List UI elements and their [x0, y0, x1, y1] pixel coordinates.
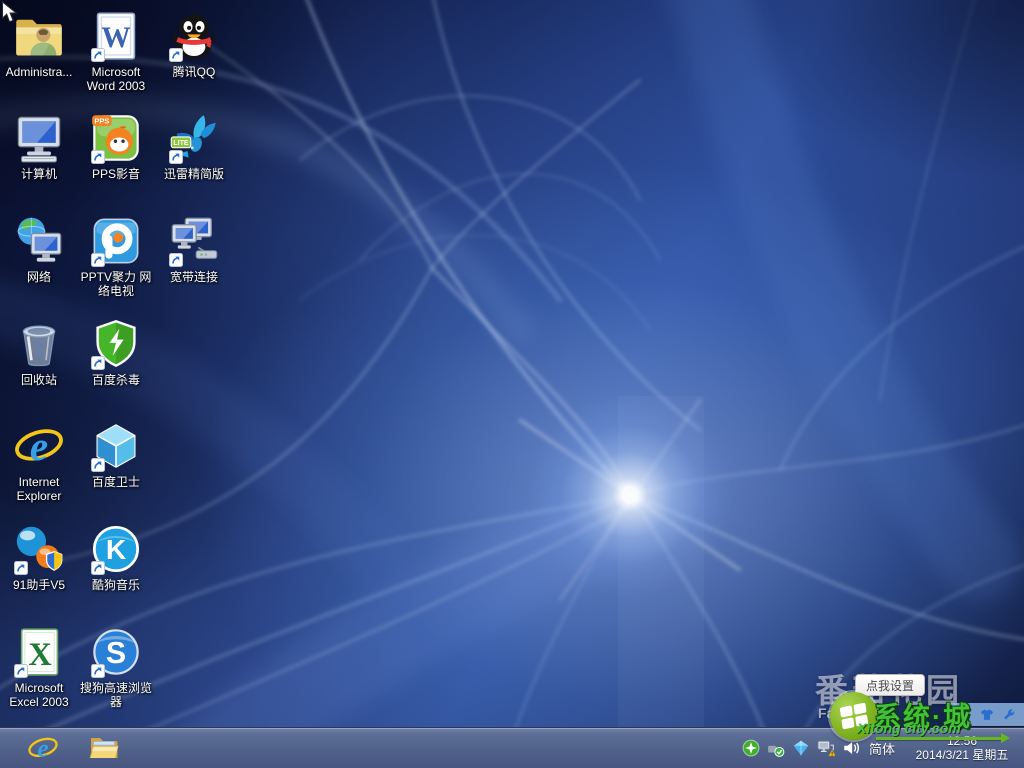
desktop-icon-sogou-browser[interactable]: S 搜狗高速浏览器 — [77, 626, 155, 709]
desktop-icon-91-assistant[interactable]: 91助手V5 — [0, 523, 78, 592]
desktop-icon-qq[interactable]: 腾讯QQ — [155, 10, 233, 79]
shortcut-arrow-icon — [91, 253, 105, 267]
tshirt-icon[interactable] — [980, 708, 994, 722]
clock-date: 2014/3/21 星期五 — [904, 748, 1020, 762]
shortcut-arrow-icon — [91, 48, 105, 62]
svg-text:W: W — [101, 22, 130, 54]
shortcut-arrow-icon — [14, 561, 28, 575]
mouse-cursor — [1, 1, 17, 25]
ie-icon: e — [13, 420, 65, 472]
network-icon — [13, 215, 65, 267]
desktop-icon-computer[interactable]: 计算机 — [0, 112, 78, 181]
desktop-icon-label: Administra... — [1, 65, 77, 79]
desktop-icon-pps[interactable]: PPS PPS影音 — [77, 112, 155, 181]
sogou-browser-icon: S — [90, 626, 142, 678]
desktop-icon-label: 腾讯QQ — [156, 65, 232, 79]
shortcut-arrow-icon — [14, 664, 28, 678]
desktop-icon-label: PPS影音 — [78, 167, 154, 181]
logo-underline — [876, 737, 1002, 740]
shortcut-arrow-icon — [91, 150, 105, 164]
shortcut-arrow-icon — [91, 458, 105, 472]
shortcut-arrow-icon — [91, 356, 105, 370]
desktop-icon-baidu-antivirus[interactable]: 百度杀毒 — [77, 318, 155, 387]
watermark-settings-button[interactable]: 点我设置 — [855, 674, 925, 696]
desktop-icon-label: 百度卫士 — [78, 475, 154, 489]
shortcut-arrow-icon — [91, 664, 105, 678]
svg-text:LITE: LITE — [173, 140, 189, 147]
desktop-icon-label: PPTV聚力 网络电视 — [78, 270, 154, 298]
desktop-icon-internet-explorer[interactable]: e Internet Explorer — [0, 420, 78, 503]
desktop-icon-recycle-bin[interactable]: 回收站 — [0, 318, 78, 387]
desktop-icon-label: 百度杀毒 — [78, 373, 154, 387]
pps-icon: PPS — [90, 112, 142, 164]
desktop-icon-label: 回收站 — [1, 373, 77, 387]
desktop-icon-broadband[interactable]: 宽带连接 — [155, 215, 233, 284]
shortcut-arrow-icon — [169, 48, 183, 62]
svg-text:X: X — [28, 637, 52, 673]
desktop-icon-label: Microsoft Word 2003 — [78, 65, 154, 93]
tray-pptv-tray-icon[interactable] — [792, 739, 810, 757]
xunlei-lite-icon: LITE — [168, 112, 220, 164]
user-folder-icon — [13, 10, 65, 62]
desktop-icon-xunlei-lite[interactable]: LITE 迅雷精简版 — [155, 112, 233, 181]
taskbar-explorer-button[interactable] — [80, 731, 128, 765]
word-2003-icon: W — [90, 10, 142, 62]
desktop-icon-network[interactable]: 网络 — [0, 215, 78, 284]
recycle-bin-icon — [13, 318, 65, 370]
kugou-icon: K — [90, 523, 142, 575]
desktop-icon-label: 91助手V5 — [1, 578, 77, 592]
svg-text:PPS: PPS — [94, 117, 109, 126]
baidu-antivirus-icon — [90, 318, 142, 370]
excel-2003-icon: X — [13, 626, 65, 678]
broadband-icon — [168, 215, 220, 267]
taskbar-ie-button[interactable]: e — [19, 731, 67, 765]
computer-icon — [13, 112, 65, 164]
tray-safety-icon[interactable] — [742, 739, 760, 757]
desktop-icon-label: 迅雷精简版 — [156, 167, 232, 181]
desktop-icon-grid: Administra... W Microsoft Word 2003 腾讯QQ… — [0, 0, 1024, 768]
desktop-icon-baidu-guard[interactable]: 百度卫士 — [77, 420, 155, 489]
shortcut-arrow-icon — [91, 561, 105, 575]
tray-icon-area — [742, 739, 860, 757]
desktop-icon-label: 宽带连接 — [156, 270, 232, 284]
desktop-icon-label: 网络 — [1, 270, 77, 284]
site-domain: Xitong city.com — [857, 720, 961, 736]
shortcut-arrow-icon — [169, 150, 183, 164]
qq-icon — [168, 10, 220, 62]
tray-volume-icon[interactable] — [842, 739, 860, 757]
desktop-icon-label: 酷狗音乐 — [78, 578, 154, 592]
baidu-guard-icon — [90, 420, 142, 472]
tray-usb-eject-icon[interactable] — [767, 739, 785, 757]
desktop-icon-excel-2003[interactable]: X Microsoft Excel 2003 — [0, 626, 78, 709]
desktop-screen: Administra... W Microsoft Word 2003 腾讯QQ… — [0, 0, 1024, 768]
tray-network-warning-icon[interactable] — [817, 739, 835, 757]
assistant91-icon — [13, 523, 65, 575]
desktop-icon-label: 搜狗高速浏览器 — [78, 681, 154, 709]
desktop-icon-pptv[interactable]: PPTV聚力 网络电视 — [77, 215, 155, 298]
desktop-icon-label: 计算机 — [1, 167, 77, 181]
language-indicator[interactable]: 简体 — [867, 739, 897, 758]
desktop-icon-word-2003[interactable]: W Microsoft Word 2003 — [77, 10, 155, 93]
svg-text:e: e — [30, 423, 48, 469]
svg-text:K: K — [106, 534, 127, 565]
desktop-icon-kugou[interactable]: K 酷狗音乐 — [77, 523, 155, 592]
desktop-icon-label: Internet Explorer — [1, 475, 77, 503]
pptv-icon — [90, 215, 142, 267]
shortcut-arrow-icon — [169, 253, 183, 267]
desktop-icon-label: Microsoft Excel 2003 — [1, 681, 77, 709]
wrench-icon[interactable] — [1002, 708, 1016, 722]
svg-text:e: e — [37, 735, 48, 763]
svg-text:S: S — [106, 637, 126, 670]
